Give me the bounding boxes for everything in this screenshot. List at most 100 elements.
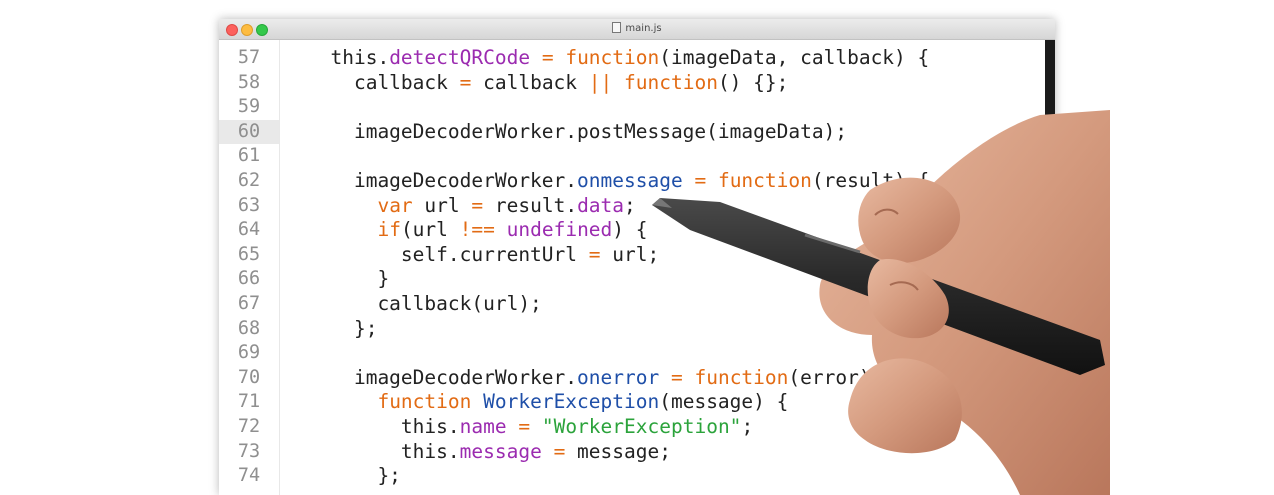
code-editor[interactable]: 57 this.detectQRCode = function(imageDat…: [219, 46, 1045, 489]
code-token: =: [471, 193, 484, 217]
line-number: 66: [237, 268, 261, 290]
code-token: name: [459, 414, 507, 438]
code-token: };: [307, 316, 378, 340]
window-title-text: main.js: [625, 23, 662, 34]
line-number: 65: [237, 243, 261, 265]
code-token: function: [377, 390, 472, 414]
code-token: =: [670, 365, 683, 389]
code-line[interactable]: 58 callback = callback || function() {};: [219, 71, 1045, 96]
line-number: 73: [237, 440, 261, 462]
code-token: =: [541, 46, 554, 69]
code-text: imageDecoderWorker.onmessage = function(…: [307, 169, 929, 194]
code-line[interactable]: 60 imageDecoderWorker.postMessage(imageD…: [219, 119, 1045, 145]
line-number: 72: [237, 415, 261, 437]
code-token: (imageData, callback) {: [659, 46, 930, 69]
code-text: callback(url);: [307, 291, 542, 317]
code-token: callback: [307, 70, 460, 94]
code-text: this.message = message;: [307, 440, 671, 465]
code-line[interactable]: 65 self.currentUrl = url;: [219, 243, 1045, 268]
line-number: 60: [219, 119, 279, 145]
code-text: imageDecoderWorker.postMessage(imageData…: [307, 120, 847, 145]
code-token: }: [307, 267, 390, 291]
code-line[interactable]: 72 this.name = "WorkerException";: [219, 415, 1045, 440]
code-text: if(url !== undefined) {: [307, 218, 648, 243]
code-line[interactable]: 69: [219, 341, 1045, 366]
line-number: 70: [237, 366, 261, 388]
code-line[interactable]: 57 this.detectQRCode = function(imageDat…: [219, 46, 1045, 71]
line-number: 62: [237, 169, 261, 191]
code-token: imageDecoderWorker.postMessage(imageData…: [307, 119, 848, 143]
line-number: 58: [237, 71, 261, 93]
code-token: onmessage: [577, 168, 683, 192]
code-line[interactable]: 68 };: [219, 317, 1045, 342]
code-token: callback(url);: [307, 291, 542, 315]
code-token: =: [588, 242, 601, 266]
code-text: self.currentUrl = url;: [307, 243, 659, 268]
code-token: (result) {: [811, 168, 930, 192]
code-text: imageDecoderWorker.onerror = function(er…: [307, 366, 894, 391]
code-token: };: [307, 464, 401, 488]
line-number: 63: [237, 194, 261, 216]
code-line[interactable]: 64 if(url !== undefined) {: [219, 218, 1045, 243]
code-text: }: [307, 267, 389, 292]
code-text: };: [307, 316, 378, 342]
code-token: data: [577, 193, 625, 217]
code-token: !==: [459, 218, 495, 242]
scrollbar-thumb[interactable]: [1047, 137, 1053, 155]
code-token: (error) {: [788, 365, 895, 389]
code-token: imageDecoderWorker.: [307, 365, 578, 389]
line-number: 64: [237, 219, 261, 241]
code-line[interactable]: 66 }: [219, 267, 1045, 292]
code-token: detectQRCode: [389, 46, 531, 69]
code-token: self.currentUrl: [307, 242, 589, 266]
code-token: function: [717, 168, 812, 192]
code-token: var: [377, 193, 413, 217]
line-number: 61: [237, 145, 261, 167]
code-line[interactable]: 62 imageDecoderWorker.onmessage = functi…: [219, 169, 1045, 194]
vertical-scrollbar[interactable]: [1045, 40, 1055, 495]
line-number: 67: [237, 292, 261, 314]
line-number: 71: [237, 391, 261, 413]
code-line[interactable]: 71 function WorkerException(message) {: [219, 390, 1045, 415]
code-token: =: [694, 168, 707, 192]
code-line[interactable]: 59: [219, 95, 1045, 120]
code-line[interactable]: 73 this.message = message;: [219, 440, 1045, 465]
code-line[interactable]: 67 callback(url);: [219, 292, 1045, 317]
code-token: (message) {: [659, 390, 789, 414]
code-token: undefined: [506, 218, 613, 242]
code-line[interactable]: 63 var url = result.data;: [219, 194, 1045, 219]
code-token: =: [518, 414, 531, 438]
code-token: this.: [307, 439, 460, 463]
code-line[interactable]: 70 imageDecoderWorker.onerror = function…: [219, 366, 1045, 391]
code-token: message: [459, 439, 542, 463]
code-token: WorkerException: [483, 390, 660, 414]
code-text: this.name = "WorkerException";: [307, 415, 753, 440]
code-token: this.: [307, 414, 460, 438]
editor-window: main.js 57 this.detectQRCode = function(…: [219, 19, 1055, 495]
code-token: "WorkerException": [541, 414, 742, 438]
code-token: ) {: [612, 218, 648, 242]
code-text: this.detectQRCode = function(imageData, …: [307, 46, 929, 71]
code-token: result.: [483, 193, 578, 217]
code-text: };: [307, 464, 401, 489]
line-number: 57: [237, 47, 261, 68]
code-line[interactable]: 74 };: [219, 464, 1045, 489]
line-number: 69: [237, 342, 261, 364]
code-token: ;: [741, 414, 754, 438]
code-token: ||: [588, 70, 613, 94]
code-token: ;: [624, 193, 636, 217]
code-line[interactable]: 61: [219, 144, 1045, 169]
line-number: 59: [237, 96, 261, 118]
code-token: message;: [565, 439, 671, 463]
code-token: this.: [307, 46, 390, 69]
